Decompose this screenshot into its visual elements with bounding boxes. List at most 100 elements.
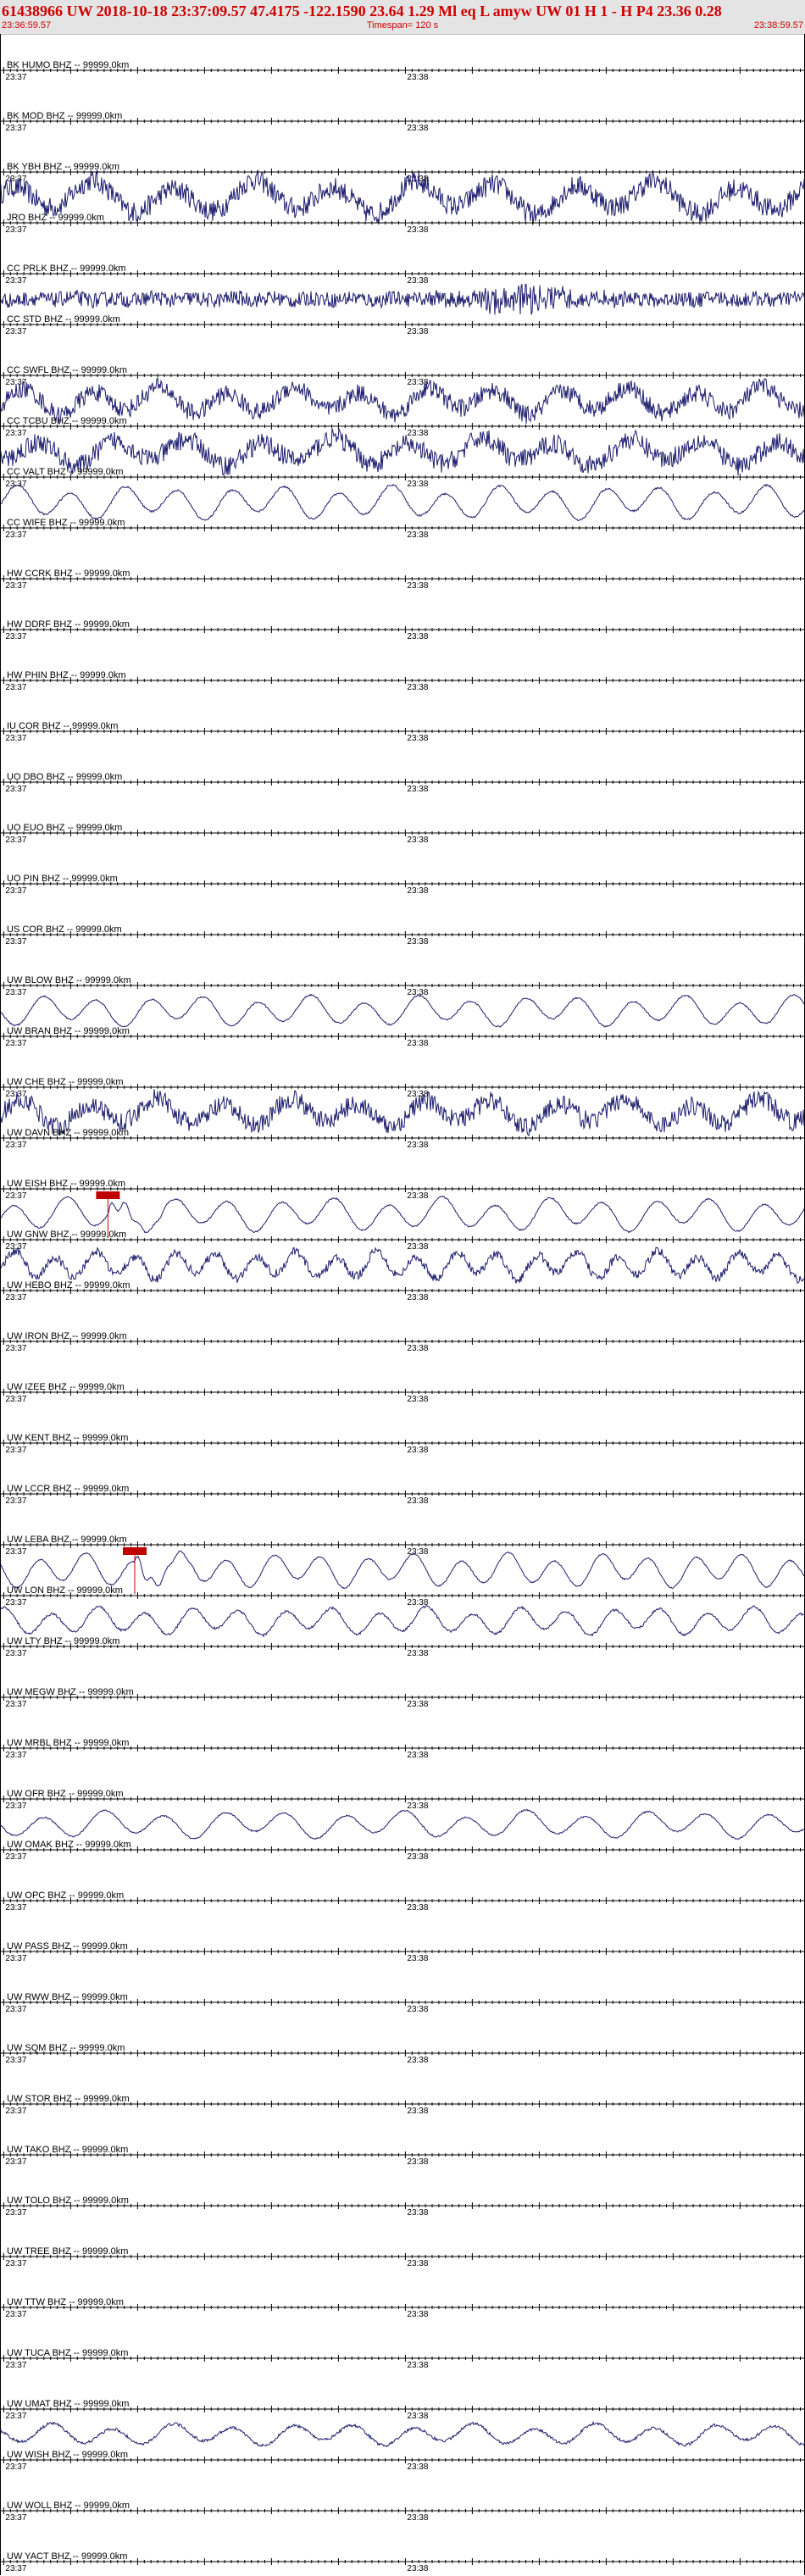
time-tick-label: 23:37	[5, 327, 26, 336]
time-tick-label: 23:37	[5, 836, 26, 845]
station-label: UW OFR BHZ -- 99999.0km	[7, 1789, 124, 1799]
channel-uw-omak-bhz: UW OMAK BHZ -- 99999.0km 23:37 23:38	[1, 1840, 804, 1862]
station-label: UW LEBA BHZ -- 99999.0km	[7, 1535, 127, 1545]
time-tick-label: 23:38	[407, 1141, 428, 1150]
channel-uw-ofr-bhz: UW OFR BHZ -- 99999.0km 23:37 23:38	[0, 1789, 805, 1840]
time-tick-label: 23:38	[407, 836, 428, 845]
channel-uw-sqm-bhz: UW SQM BHZ -- 99999.0km23:37 23:38	[1, 2043, 804, 2065]
time-tick-label: 23:38	[407, 124, 428, 133]
channel-hw-phin-bhz: HW PHIN BHZ -- 99999.0km 23:37 23:38	[1, 670, 804, 692]
waveform-trace	[0, 1196, 805, 1234]
waveform-trace	[0, 169, 805, 225]
time-tick-label: 23:37	[5, 530, 26, 540]
time-tick-label: 23:38	[407, 1700, 428, 1709]
time-tick-label: 23:38	[407, 1852, 428, 1862]
station-label: UW HEBO BHZ -- 99999.0km	[7, 1280, 130, 1291]
time-tick-label: 23:38	[407, 276, 428, 286]
waveform-trace	[0, 1246, 805, 1284]
channel-uo-dbo-bhz: UO DBO BHZ -- 99999.0km23:37 23:38	[1, 772, 804, 794]
time-tick-label: 23:38	[407, 683, 428, 692]
station-label: UW MEGW BHZ -- 99999.0km	[7, 1687, 134, 1697]
time-tick-label: 23:37	[5, 480, 26, 489]
channel-uw-davn-bhz: UW DAVN BHZ -- 99999.0km23:37 23:38	[1, 1128, 804, 1150]
station-label: UW CHE BHZ -- 99999.0km	[7, 1077, 124, 1087]
channel-uw-izee-bhz: UW IZEE BHZ -- 99999.0km 23:37 23:38	[1, 1382, 804, 1404]
channel-cc-valt-bhz: CC VALT BHZ -- 99999.0km 23:37 23:38	[0, 467, 805, 522]
time-tick-label: 23:38	[407, 225, 428, 235]
time-tick-label: 23:37	[5, 1547, 26, 1557]
channel-uw-opc-bhz: UW OPC BHZ -- 99999.0km 23:37 23:38	[1, 1890, 804, 1913]
channel-uw-megw-bhz: UW MEGW BHZ -- 99999.0km 23:37 23:38	[1, 1687, 804, 1709]
channel-bk-humo-bhz: BK HUMO BHZ -- 99999.0km23:37 23:38	[1, 60, 804, 82]
time-tick-label: 23:37	[5, 1496, 26, 1506]
channel-uw-pass-bhz: UW PASS BHZ -- 99999.0km 23:37 23:38	[1, 1941, 804, 1963]
time-tick-label: 23:38	[407, 1039, 428, 1048]
channel-uw-hebo-bhz: UW HEBO BHZ -- 99999.0km 23:37 23:38	[1, 1280, 804, 1302]
time-tick-label: 23:38	[407, 530, 428, 540]
waveform-trace	[0, 993, 805, 1028]
time-tick-label: 23:37	[5, 1191, 26, 1201]
station-label: HW PHIN BHZ -- 99999.0km	[7, 670, 126, 680]
time-tick-label: 23:37	[5, 225, 26, 235]
time-tick-label: 23:37	[5, 1598, 26, 1607]
time-tick-label: 23:37	[5, 734, 26, 743]
time-tick-label: 23:37	[5, 632, 26, 641]
channel-bk-jro-bhz: JRO BHZ -- 99999.0km 23:37 23:38	[1, 213, 804, 235]
station-label: UW IZEE BHZ -- 99999.0km	[7, 1382, 125, 1392]
time-tick-label: 23:37	[5, 1852, 26, 1862]
time-tick-label: 23:37	[5, 1802, 26, 1811]
time-tick-label: 23:37	[5, 1446, 26, 1455]
time-tick-label: 23:38	[407, 1903, 428, 1913]
time-tick-label: 23:38	[407, 1802, 428, 1811]
station-label: UW RWW BHZ -- 99999.0km	[7, 1992, 128, 2002]
time-tick-label: 23:38	[407, 1191, 428, 1201]
channel-cc-wife-bhz: CC WIFE BHZ -- 99999.0km 23:37 23:38	[1, 518, 804, 540]
station-label: CC PRLK BHZ -- 99999.0km	[7, 264, 126, 274]
time-tick-label: 23:37	[5, 1700, 26, 1709]
station-label: CC VALT BHZ -- 99999.0km	[7, 467, 124, 477]
channel-hw-ccrk-bhz: HW CCRK BHZ -- 99999.0km 23:37 23:38	[1, 569, 804, 591]
station-label: JRO BHZ -- 99999.0km	[7, 213, 104, 223]
time-tick-label: 23:38	[407, 1395, 428, 1404]
station-label: HW CCRK BHZ -- 99999.0km	[7, 569, 130, 579]
channel-bk-mod-bhz: BK MOD BHZ -- 99999.0km23:37 23:38	[1, 111, 804, 133]
waveform-trace	[0, 1605, 805, 1638]
station-label: CC WIFE BHZ -- 99999.0km	[7, 518, 125, 528]
station-label: UW OMAK BHZ -- 99999.0km	[7, 1840, 131, 1850]
channel-uw-che-bhz: UW CHE BHZ -- 99999.0km23:37 23:38	[0, 1077, 805, 1137]
channel-uw-mrbl-bhz: UW MRBL BHZ -- 99999.0km23:37 23:38	[1, 1738, 804, 1760]
time-tick-label: 23:38	[407, 1649, 428, 1658]
time-tick-label: 23:38	[407, 1446, 428, 1455]
time-tick-label: 23:38	[407, 785, 428, 794]
channel-uo-euo-bhz: UO EUO BHZ -- 99999.0km23:37 23:38	[1, 823, 804, 845]
channel-uw-kent-bhz: UW KENT BHZ -- 99999.0km 23:37 23:38	[1, 1433, 804, 1455]
time-tick-label: 23:37	[5, 1344, 26, 1353]
time-tick-label: 23:37	[5, 1649, 26, 1658]
time-tick-label: 23:38	[407, 632, 428, 641]
channel-uw-lccr-bhz: UW LCCR BHZ -- 99999.0km23:37 23:38	[1, 1484, 804, 1506]
channel-uw-lty-bhz: UW LTY BHZ -- 99999.0km23:37 23:38	[1, 1636, 804, 1658]
time-tick-label: 23:38	[407, 327, 428, 336]
time-tick-label: 23:37	[5, 988, 26, 997]
station-label: UW PASS BHZ -- 99999.0km	[7, 1941, 128, 1951]
time-tick-label: 23:38	[407, 2005, 428, 2014]
station-label: UW EISH BHZ -- 99999.0km	[7, 1179, 125, 1189]
channel-cc-pr05-bhz: CC PRLK BHZ -- 99999.0km 23:37 23:38	[0, 264, 805, 315]
time-tick-label: 23:38	[407, 1293, 428, 1302]
channel-iu-cor-bhz: IU COR BHZ -- 99999.0km23:37 23:38	[1, 721, 804, 743]
station-label: UW GNW BHZ -- 99999.0km	[7, 1230, 126, 1240]
channel-hw-ddrf-bhz: HW DDRF BHZ -- 99999.0km23:37 23:38	[1, 619, 804, 641]
station-label: UW OPC BHZ -- 99999.0km	[7, 1890, 124, 1901]
time-tick-label: 23:38	[407, 734, 428, 743]
time-tick-label: 23:37	[5, 124, 26, 133]
channel-uw-blow-bhz: UW BLOW BHZ -- 99999.0km 23:37 23:38	[0, 975, 805, 1028]
station-label: UW BLOW BHZ -- 99999.0km	[7, 975, 131, 985]
time-tick-label: 23:37	[5, 1395, 26, 1404]
time-tick-label: 23:37	[5, 1293, 26, 1302]
channel-cc-std-bhz: CC STD BHZ -- 99999.0km23:37 23:38	[1, 314, 804, 336]
time-tick-label: 23:37	[5, 276, 26, 286]
channel-cc-swfl-bhz: CC SWFL BHZ -- 99999.0km23:37 23:38	[0, 365, 805, 425]
time-tick-label: 23:38	[407, 73, 428, 82]
channel-uw-lon-bhz: UW LON BHZ -- 99999.0km23:37 23:38	[0, 1585, 805, 1638]
time-tick-label: 23:37	[5, 1954, 26, 1963]
